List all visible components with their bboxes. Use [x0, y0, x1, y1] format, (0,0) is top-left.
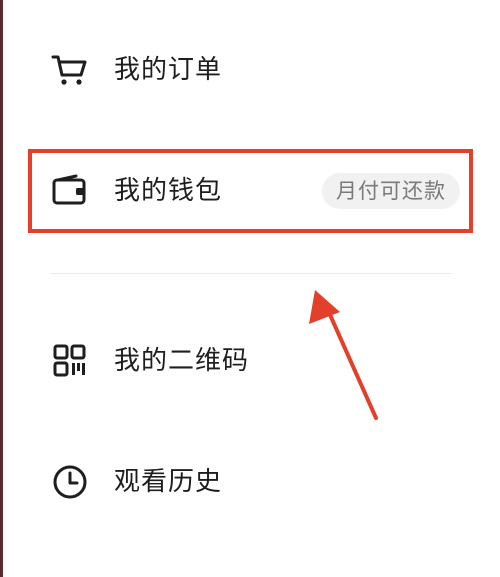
menu-item-qr-code-label: 我的二维码: [114, 346, 250, 376]
menu-divider: [50, 273, 452, 274]
clock-icon: [50, 462, 90, 502]
menu-item-orders-label: 我的订单: [114, 55, 223, 85]
menu-item-orders[interactable]: 我的订单: [0, 40, 500, 100]
menu-item-qr-code[interactable]: 我的二维码: [0, 331, 500, 391]
wallet-highlight-box: [28, 149, 473, 233]
menu-item-history[interactable]: 观看历史: [0, 452, 500, 512]
menu-item-history-label: 观看历史: [114, 467, 223, 497]
qr-code-icon: [50, 341, 90, 381]
cart-icon: [50, 50, 90, 90]
